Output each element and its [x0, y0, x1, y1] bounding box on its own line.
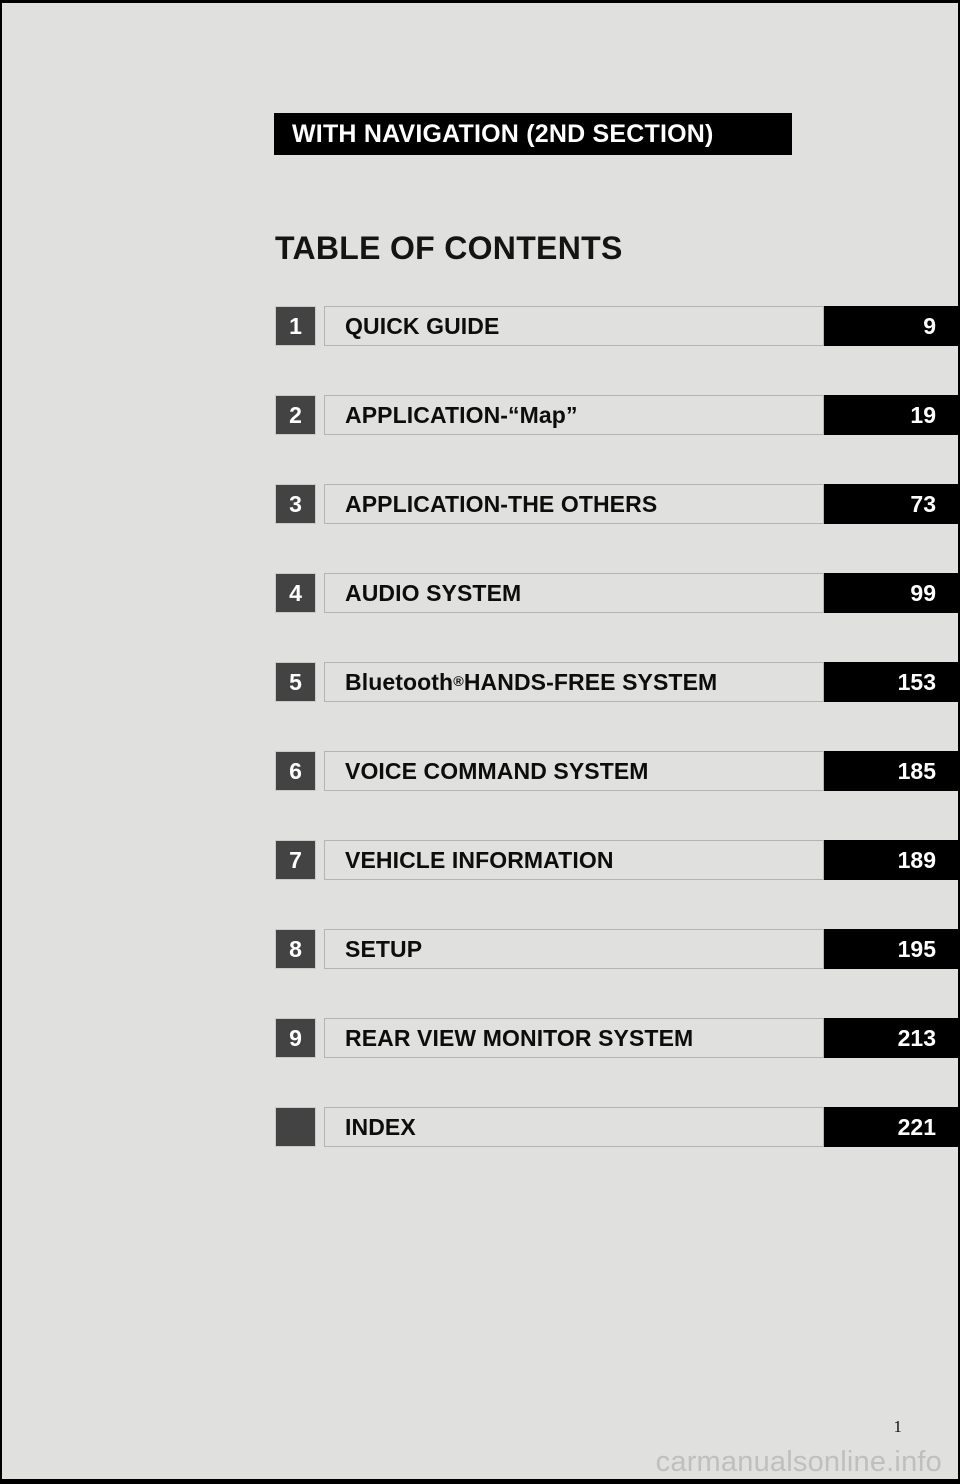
chapter-number-badge: [275, 1107, 316, 1147]
toc-row[interactable]: 7 VEHICLE INFORMATION 189: [2, 840, 958, 880]
chapter-title[interactable]: APPLICATION-THE OTHERS: [324, 484, 824, 524]
chapter-title[interactable]: REAR VIEW MONITOR SYSTEM: [324, 1018, 824, 1058]
chapter-title[interactable]: QUICK GUIDE: [324, 306, 824, 346]
chapter-number-badge: 6: [275, 751, 316, 791]
document-page: WITH NAVIGATION (2ND SECTION) TABLE OF C…: [2, 3, 958, 1479]
chapter-title-base: Bluetooth: [345, 668, 454, 695]
table-of-contents: 1 QUICK GUIDE 9 2 APPLICATION-“Map” 19 3 APPLIC…: [2, 306, 958, 1196]
chapter-number-badge: 8: [275, 929, 316, 969]
toc-row[interactable]: 3 APPLICATION-THE OTHERS 73: [2, 484, 958, 524]
site-watermark: carmanualsonline.info: [655, 1446, 942, 1478]
chapter-number-badge: 7: [275, 840, 316, 880]
chapter-page-number: 9: [824, 306, 958, 346]
chapter-number-badge: 5: [275, 662, 316, 702]
chapter-page-number: 189: [824, 840, 958, 880]
chapter-title[interactable]: SETUP: [324, 929, 824, 969]
toc-row[interactable]: 8 SETUP 195: [2, 929, 958, 969]
chapter-title[interactable]: APPLICATION-“Map”: [324, 395, 824, 435]
chapter-number-badge: 9: [275, 1018, 316, 1058]
toc-row[interactable]: 5 Bluetooth ® HANDS-FREE SYSTEM 153: [2, 662, 958, 702]
chapter-page-number: 153: [824, 662, 958, 702]
chapter-title[interactable]: VEHICLE INFORMATION: [324, 840, 824, 880]
toc-row[interactable]: 4 AUDIO SYSTEM 99: [2, 573, 958, 613]
chapter-title[interactable]: AUDIO SYSTEM: [324, 573, 824, 613]
toc-row[interactable]: 1 QUICK GUIDE 9: [2, 306, 958, 346]
toc-row[interactable]: 9 REAR VIEW MONITOR SYSTEM 213: [2, 1018, 958, 1058]
page-title: TABLE OF CONTENTS: [275, 230, 623, 267]
chapter-page-number: 213: [824, 1018, 958, 1058]
chapter-page-number: 185: [824, 751, 958, 791]
chapter-title-suffix: HANDS-FREE SYSTEM: [463, 668, 718, 695]
toc-row[interactable]: 6 VOICE COMMAND SYSTEM 185: [2, 751, 958, 791]
toc-row[interactable]: INDEX 221: [2, 1107, 958, 1147]
chapter-title[interactable]: VOICE COMMAND SYSTEM: [324, 751, 824, 791]
chapter-number-badge: 3: [275, 484, 316, 524]
chapter-title[interactable]: Bluetooth ® HANDS-FREE SYSTEM: [324, 662, 824, 702]
chapter-number-badge: 2: [275, 395, 316, 435]
chapter-page-number: 221: [824, 1107, 958, 1147]
chapter-number-badge: 1: [275, 306, 316, 346]
toc-row[interactable]: 2 APPLICATION-“Map” 19: [2, 395, 958, 435]
page-number-folio: 1: [893, 1417, 903, 1436]
chapter-page-number: 73: [824, 484, 958, 524]
chapter-page-number: 19: [824, 395, 958, 435]
chapter-page-number: 195: [824, 929, 958, 969]
chapter-page-number: 99: [824, 573, 958, 613]
chapter-number-badge: 4: [275, 573, 316, 613]
section-banner: WITH NAVIGATION (2ND SECTION): [274, 113, 792, 155]
chapter-title[interactable]: INDEX: [324, 1107, 824, 1147]
